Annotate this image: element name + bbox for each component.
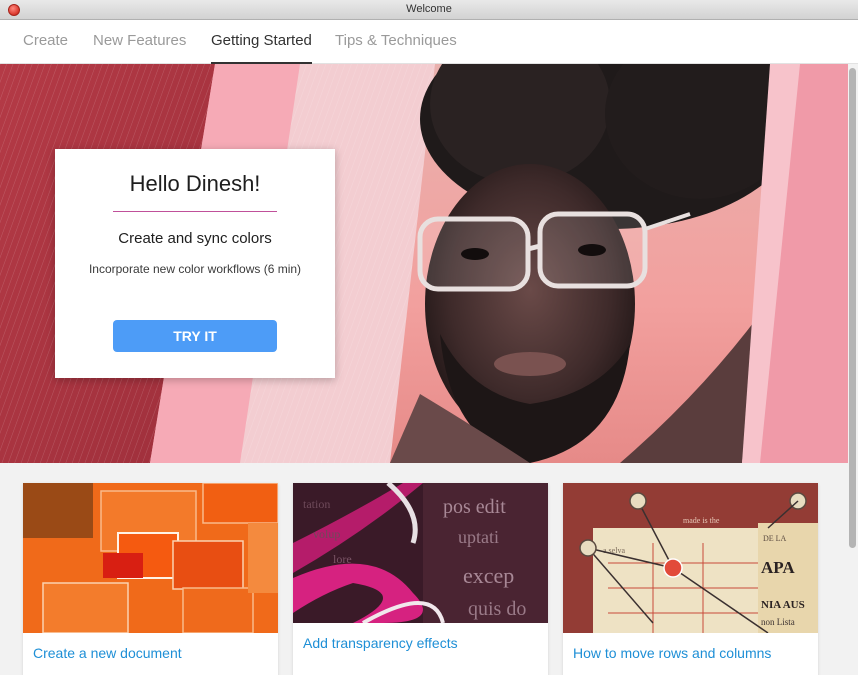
tutorial-cards: Create a new document pos edit uptati ex…	[0, 463, 848, 675]
card-title[interactable]: Create a new document	[33, 645, 272, 661]
thumb-word: excep	[463, 563, 514, 588]
tab-getting-started[interactable]: Getting Started	[211, 32, 312, 64]
card-title[interactable]: How to move rows and columns	[573, 645, 812, 661]
divider	[113, 211, 277, 212]
thumb-word: APA	[761, 558, 795, 577]
thumb-word: uptati	[458, 527, 499, 547]
transparency-thumbnail: pos edit uptati excep quis do tation vol…	[293, 483, 548, 623]
create-document-thumbnail	[23, 483, 278, 633]
greeting-heading: Hello Dinesh!	[129, 171, 261, 196]
try-it-button[interactable]: TRY IT	[113, 320, 277, 352]
tutorial-card-transparency[interactable]: pos edit uptati excep quis do tation vol…	[293, 483, 548, 675]
card-title[interactable]: Add transparency effects	[303, 635, 542, 651]
thumb-word: DE LA	[763, 534, 787, 543]
thumb-word: volup	[313, 527, 340, 541]
tutorial-heading: Create and sync colors	[118, 230, 272, 247]
tab-tips-techniques[interactable]: Tips & Techniques	[335, 32, 457, 64]
thumb-word: non Lista	[761, 617, 795, 627]
thumb-word: pos edit	[443, 496, 506, 518]
hero-banner: Hello Dinesh! Create and sync colors Inc…	[0, 64, 848, 463]
tutorial-card-create-document[interactable]: Create a new document	[23, 483, 278, 675]
hero-card: Hello Dinesh! Create and sync colors Inc…	[55, 149, 335, 378]
tab-new-features[interactable]: New Features	[93, 32, 186, 64]
tab-create[interactable]: Create	[23, 32, 68, 64]
thumb-word: lore	[333, 552, 352, 566]
thumb-word: quis do	[468, 598, 526, 620]
tutorial-card-rows-columns[interactable]: APA NIA AUS non Lista DE LA fion a selva…	[563, 483, 818, 675]
rows-columns-thumbnail: APA NIA AUS non Lista DE LA fion a selva…	[563, 483, 818, 633]
thumb-word: tation	[303, 497, 330, 511]
thumb-word: NIA AUS	[761, 599, 805, 611]
scrollbar[interactable]	[848, 64, 858, 675]
tab-bar: Create New Features Getting Started Tips…	[0, 20, 858, 64]
scrollbar-thumb[interactable]	[849, 68, 856, 548]
title-bar: Welcome	[0, 0, 858, 20]
thumb-word: made is the	[683, 516, 720, 525]
window-title: Welcome	[406, 3, 452, 15]
tutorial-description: Incorporate new color workflows (6 min)	[88, 262, 302, 276]
welcome-window: Welcome Create New Features Getting Star…	[0, 0, 858, 675]
